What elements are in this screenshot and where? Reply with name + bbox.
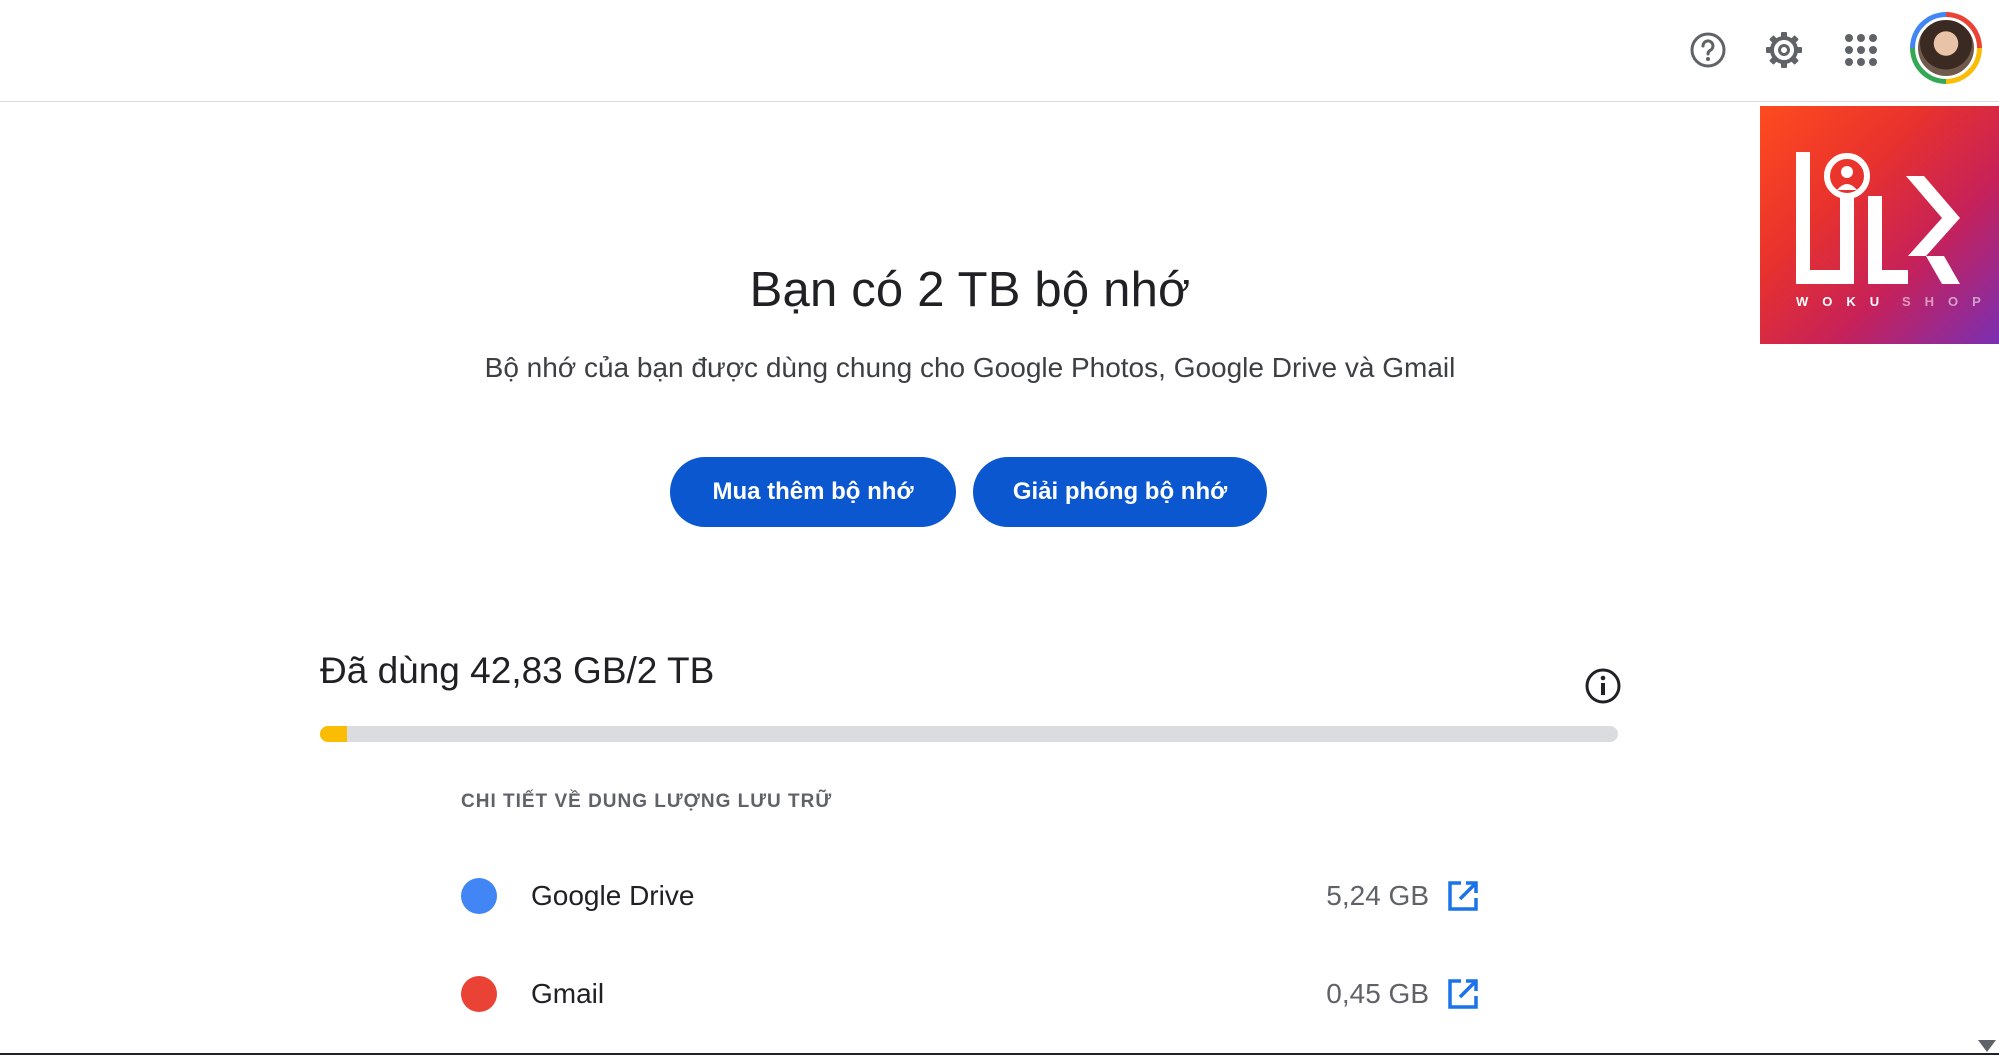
google-drive-color-dot xyxy=(461,878,497,914)
list-item-size: 5,24 GB xyxy=(1326,880,1429,911)
list-item-google-drive[interactable]: Google Drive 5,24 GB xyxy=(461,874,1481,918)
settings-button[interactable] xyxy=(1754,20,1814,80)
list-item-name: Google Drive xyxy=(531,880,695,911)
gmail-color-dot xyxy=(461,976,497,1012)
top-app-bar xyxy=(0,0,1999,102)
buy-storage-button[interactable]: Mua thêm bộ nhớ xyxy=(670,457,956,527)
apps-grid-icon xyxy=(1845,34,1877,66)
open-in-new-icon[interactable] xyxy=(1445,976,1481,1012)
free-up-storage-button[interactable]: Giải phóng bộ nhớ xyxy=(973,457,1267,527)
storage-usage-bar-fill xyxy=(320,726,348,742)
storage-details-heading: CHI TIẾT VỀ DUNG LƯỢNG LƯU TRỮ xyxy=(461,791,833,812)
gear-icon xyxy=(1766,32,1802,68)
avatar xyxy=(1915,17,1977,79)
help-icon xyxy=(1690,32,1726,68)
account-avatar-button[interactable] xyxy=(1910,12,1982,84)
page-title: Bạn có 2 TB bộ nhớ xyxy=(749,263,1191,317)
help-button[interactable] xyxy=(1678,20,1738,80)
storage-usage-bar xyxy=(320,726,1618,742)
list-item-gmail[interactable]: Gmail 0,45 GB xyxy=(461,972,1481,1016)
info-icon[interactable] xyxy=(1583,666,1623,706)
page-subtitle: Bộ nhớ của bạn được dùng chung cho Googl… xyxy=(484,352,1456,383)
scroll-down-arrow-icon[interactable] xyxy=(1978,1040,1996,1052)
open-in-new-icon[interactable] xyxy=(1445,878,1481,914)
list-item-name: Gmail xyxy=(531,978,605,1009)
storage-used-label: Đã dùng 42,83 GB/2 TB xyxy=(320,650,715,691)
list-item-size: 0,45 GB xyxy=(1326,978,1429,1009)
apps-button[interactable] xyxy=(1831,20,1891,80)
